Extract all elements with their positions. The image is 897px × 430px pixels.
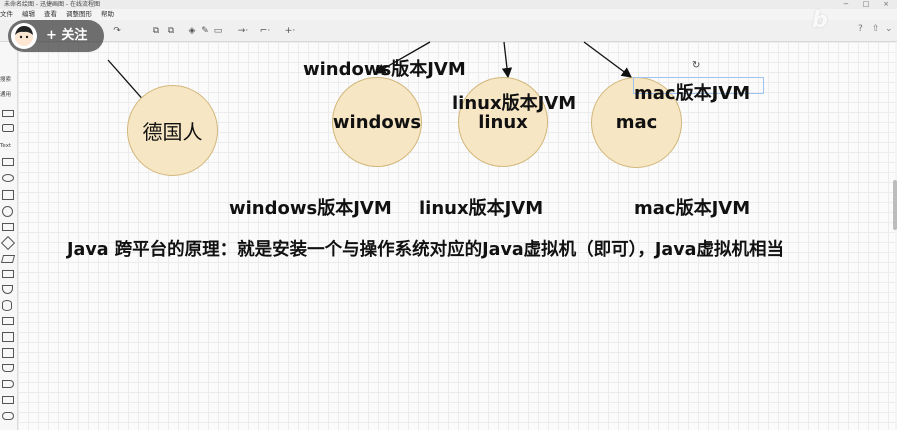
connector-linux[interactable] [501, 41, 513, 79]
follow-label: + 关注 [46, 28, 88, 43]
label-mac-jvm[interactable]: mac版本JVM [634, 194, 750, 220]
rotate-icon[interactable]: ↻ [692, 60, 700, 71]
label-windows-jvm-top[interactable]: windows版本JVM [303, 55, 466, 81]
label-windows-jvm[interactable]: windows版本JVM [229, 194, 392, 220]
label-linux-jvm[interactable]: linux版本JVM [419, 194, 543, 220]
watermark-logo: b [812, 8, 828, 33]
follow-button[interactable]: + 关注 [8, 20, 104, 52]
label-linux-jvm-top[interactable]: linux版本JVM [452, 89, 576, 115]
label-mac-jvm-top[interactable]: mac版本JVM [634, 79, 750, 105]
explanation-text[interactable]: Java 跨平台的原理：就是安装一个与操作系统对应的Java虚拟机（即可），Ja… [67, 236, 784, 261]
connector-mac[interactable] [583, 41, 633, 78]
avatar [11, 23, 37, 49]
node-windows[interactable]: windows [332, 77, 422, 167]
node-person[interactable]: 德国人 [127, 85, 218, 176]
